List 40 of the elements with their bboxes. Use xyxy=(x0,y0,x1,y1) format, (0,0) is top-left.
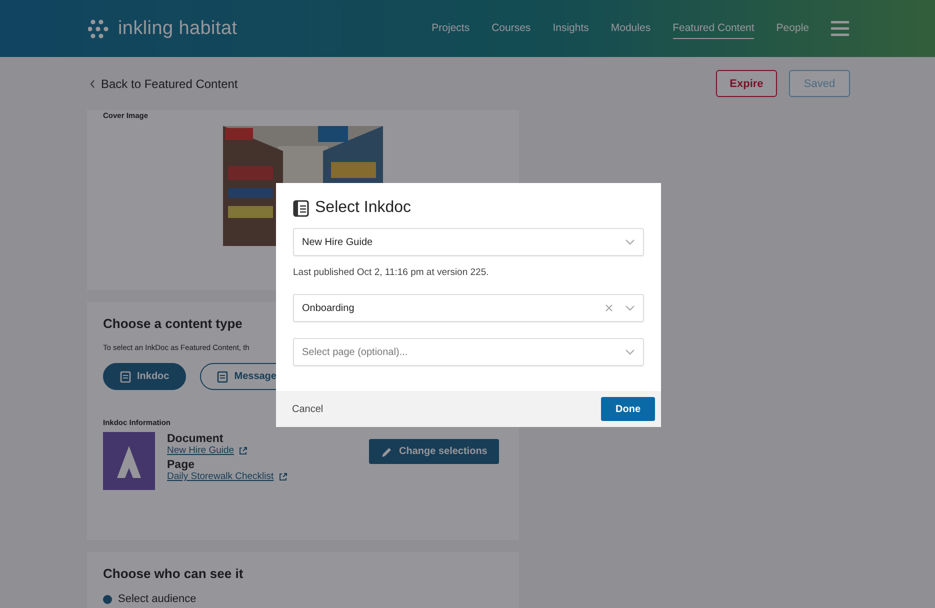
nav-link[interactable]: Featured Content xyxy=(672,18,754,39)
document-icon xyxy=(293,200,309,216)
chevron-left-icon[interactable] xyxy=(90,80,95,88)
content-type-button[interactable]: Inkdoc xyxy=(103,363,186,390)
cancel-button[interactable]: Cancel xyxy=(286,402,330,416)
section-title: Choose a content type xyxy=(103,316,244,331)
document-icon xyxy=(217,370,228,382)
nav-link[interactable]: Projects xyxy=(432,18,470,39)
app-logo: inkling habitat xyxy=(118,18,238,40)
clear-icon[interactable] xyxy=(605,304,613,312)
done-button[interactable]: Done xyxy=(601,397,655,421)
external-link-icon[interactable] xyxy=(239,446,248,454)
expire-button[interactable]: Expire xyxy=(716,70,777,97)
dialog-title: Select Inkdoc xyxy=(315,199,412,217)
field-label: Document xyxy=(167,433,224,445)
select-field[interactable]: Onboarding xyxy=(293,294,644,322)
document-link[interactable]: New Hire Guide xyxy=(167,445,234,456)
select-field[interactable]: New Hire Guide xyxy=(293,228,644,256)
logo-icon xyxy=(88,18,110,38)
caret-icon[interactable] xyxy=(625,349,635,355)
nav-link[interactable]: Modules xyxy=(610,18,651,39)
nav-link[interactable]: People xyxy=(776,18,809,39)
external-link-icon[interactable] xyxy=(278,472,287,480)
back-link[interactable]: Back to Featured Content xyxy=(90,76,238,90)
radio-label: Select audience xyxy=(118,593,196,605)
radio-button[interactable] xyxy=(103,594,112,604)
nav-link[interactable]: Courses xyxy=(492,18,531,39)
nav-link[interactable]: Insights xyxy=(552,18,589,39)
pencil-icon xyxy=(381,446,393,458)
document-thumbnail-icon xyxy=(103,432,155,490)
status-text: Last published Oct 2, 11:16 pm at version 225. xyxy=(293,267,490,278)
field-label: Page xyxy=(167,459,196,471)
section-title: Choose who can see it xyxy=(103,566,244,581)
menu-icon[interactable] xyxy=(831,21,849,36)
caret-icon[interactable] xyxy=(625,305,635,311)
page-link[interactable]: Daily Storewalk Checklist xyxy=(167,471,274,482)
document-icon xyxy=(120,370,131,382)
caret-icon[interactable] xyxy=(625,239,635,245)
select-field[interactable]: Select page (optional)... xyxy=(293,338,644,366)
change-selections-button[interactable]: Change selections xyxy=(369,439,500,464)
